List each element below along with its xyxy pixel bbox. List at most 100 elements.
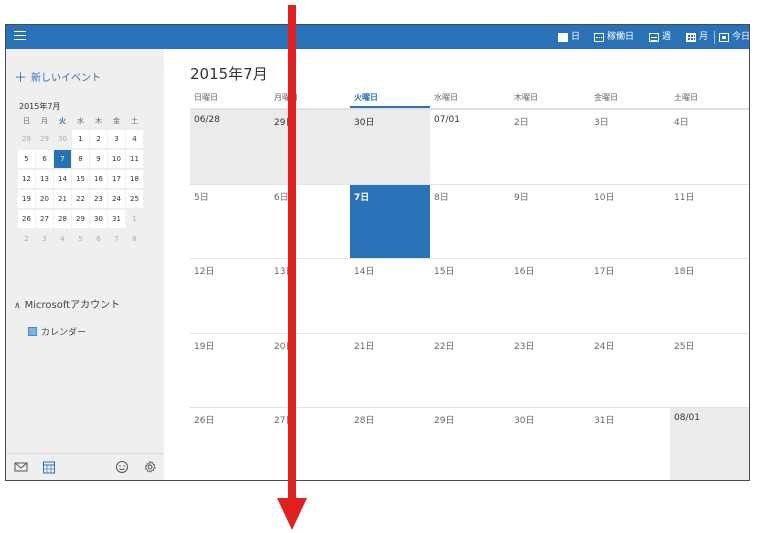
mini-calendar-day[interactable]: 20 xyxy=(36,190,53,208)
mini-calendar-day[interactable]: 17 xyxy=(108,170,125,188)
mini-calendar-day[interactable]: 5 xyxy=(18,150,35,168)
day-cell[interactable]: 15日 xyxy=(430,258,510,333)
mini-calendar-day[interactable]: 3 xyxy=(108,130,125,148)
mini-calendar-day[interactable]: 31 xyxy=(108,210,125,228)
mini-calendar-day[interactable]: 4 xyxy=(54,230,71,248)
day-cell[interactable]: 29日 xyxy=(430,407,510,480)
day-cell[interactable]: 26日 xyxy=(190,407,270,480)
mini-calendar-day[interactable]: 24 xyxy=(108,190,125,208)
day-cell[interactable]: 5日 xyxy=(190,183,270,259)
mini-calendar-day[interactable]: 14 xyxy=(54,170,71,188)
day-cell[interactable]: 08/01 xyxy=(670,407,749,480)
calendar-list-item[interactable]: カレンダー xyxy=(28,325,86,338)
day-cell[interactable]: 4日 xyxy=(670,109,749,184)
mini-calendar-day[interactable]: 9 xyxy=(90,150,107,168)
mini-weekday-head: 火 xyxy=(59,117,66,125)
day-cell[interactable]: 17日 xyxy=(590,258,670,333)
mini-calendar-day[interactable]: 30 xyxy=(54,130,71,148)
mini-calendar-day[interactable]: 29 xyxy=(36,130,53,148)
mini-calendar-day[interactable]: 23 xyxy=(90,190,107,208)
mini-calendar-day[interactable]: 2 xyxy=(90,130,107,148)
feedback-smiley-icon[interactable] xyxy=(115,460,129,474)
mini-calendar-day[interactable]: 8 xyxy=(126,230,143,248)
calendar-name: カレンダー xyxy=(41,328,87,338)
settings-gear-icon[interactable] xyxy=(143,460,157,474)
mini-calendar-day[interactable]: 5 xyxy=(72,230,89,248)
mini-calendar-day[interactable]: 27 xyxy=(36,210,53,228)
view-day-button[interactable]: 日 xyxy=(558,29,580,45)
mini-calendar-day[interactable]: 7 xyxy=(108,230,125,248)
mini-calendar-day[interactable]: 28 xyxy=(18,130,35,148)
day-cell[interactable]: 2日 xyxy=(510,109,590,184)
mini-calendar-day[interactable]: 13 xyxy=(36,170,53,188)
day-cell[interactable]: 8日 xyxy=(430,183,510,259)
mini-calendar-day[interactable]: 8 xyxy=(72,150,89,168)
mini-calendar-day[interactable]: 22 xyxy=(72,190,89,208)
day-cell[interactable]: 6日 xyxy=(270,183,350,259)
day-cell[interactable]: 29日 xyxy=(270,109,350,184)
mini-calendar-day[interactable]: 19 xyxy=(18,190,35,208)
day-cell[interactable]: 28日 xyxy=(350,407,430,480)
view-week-button[interactable]: 週 xyxy=(649,29,671,45)
hamburger-menu-icon[interactable] xyxy=(14,31,26,41)
mini-calendar-day[interactable]: 6 xyxy=(90,230,107,248)
day-cell[interactable]: 9日 xyxy=(510,183,590,259)
day-cell[interactable]: 12日 xyxy=(190,258,270,333)
day-view-icon xyxy=(558,32,568,42)
day-cell[interactable]: 23日 xyxy=(510,332,590,408)
mini-calendar-day[interactable]: 1 xyxy=(126,210,143,228)
day-cell[interactable]: 22日 xyxy=(430,332,510,408)
view-workweek-button[interactable]: 稼働日 xyxy=(594,29,634,45)
mini-calendar-day[interactable]: 11 xyxy=(126,150,143,168)
month-title: 2015年7月 xyxy=(190,65,268,83)
day-cell[interactable]: 21日 xyxy=(350,332,430,408)
day-cell[interactable]: 25日 xyxy=(670,332,749,408)
mini-calendar-day[interactable]: 4 xyxy=(126,130,143,148)
day-cell[interactable]: 7日 xyxy=(350,183,430,259)
mini-calendar-day[interactable]: 10 xyxy=(108,150,125,168)
day-cell[interactable]: 11日 xyxy=(670,183,749,259)
day-cell[interactable]: 24日 xyxy=(590,332,670,408)
today-button[interactable]: 今日 xyxy=(719,29,750,45)
mini-calendar-day[interactable]: 7 xyxy=(54,150,71,168)
mini-calendar-day[interactable]: 3 xyxy=(36,230,53,248)
calendar-icon[interactable] xyxy=(42,460,56,474)
mini-calendar-day[interactable]: 28 xyxy=(54,210,71,228)
day-cell[interactable]: 20日 xyxy=(270,332,350,408)
day-cell[interactable]: 13日 xyxy=(270,258,350,333)
mini-calendar-day[interactable]: 16 xyxy=(90,170,107,188)
day-cell[interactable]: 07/01 xyxy=(430,109,510,184)
mini-calendar-day[interactable]: 18 xyxy=(126,170,143,188)
mini-calendar-day[interactable]: 15 xyxy=(72,170,89,188)
day-cell[interactable]: 3日 xyxy=(590,109,670,184)
mini-calendar-day[interactable]: 30 xyxy=(90,210,107,228)
new-event-button[interactable]: ＋新しいイベント xyxy=(14,67,101,86)
day-cell[interactable]: 27日 xyxy=(270,407,350,480)
mini-calendar-day[interactable]: 21 xyxy=(54,190,71,208)
mini-calendar-day[interactable]: 26 xyxy=(18,210,35,228)
day-cell[interactable]: 18日 xyxy=(670,258,749,333)
day-cell[interactable]: 10日 xyxy=(590,183,670,259)
mini-calendar-day[interactable]: 25 xyxy=(126,190,143,208)
day-cell[interactable]: 16日 xyxy=(510,258,590,333)
mini-calendar-day[interactable]: 12 xyxy=(18,170,35,188)
mini-calendar-day[interactable]: 6 xyxy=(36,150,53,168)
day-cell[interactable]: 19日 xyxy=(190,332,270,408)
day-cell[interactable]: 06/28 xyxy=(190,109,270,184)
mini-calendar-day[interactable]: 29 xyxy=(72,210,89,228)
mail-icon[interactable] xyxy=(14,460,28,474)
view-month-button[interactable]: 月 xyxy=(686,29,708,45)
mini-calendar-day[interactable]: 1 xyxy=(72,130,89,148)
day-cell[interactable]: 30日 xyxy=(510,407,590,480)
mini-weekday-head: 木 xyxy=(95,117,102,125)
workweek-view-icon xyxy=(594,32,604,42)
account-toggle[interactable]: ∧ Microsoftアカウント xyxy=(14,296,120,311)
day-cell[interactable]: 14日 xyxy=(350,258,430,333)
calendar-app-window: 日 稼働日 週 月 今日 ＋新しいイベント 2015年7月 日月火水木金土 28 2… xyxy=(5,24,750,481)
plus-icon: ＋ xyxy=(14,71,28,86)
mini-calendar-day[interactable]: 2 xyxy=(18,230,35,248)
today-label: 今日 xyxy=(732,32,750,42)
mini-calendar-month-title[interactable]: 2015年7月 xyxy=(19,101,60,112)
day-cell[interactable]: 31日 xyxy=(590,407,670,480)
day-cell[interactable]: 30日 xyxy=(350,109,430,184)
